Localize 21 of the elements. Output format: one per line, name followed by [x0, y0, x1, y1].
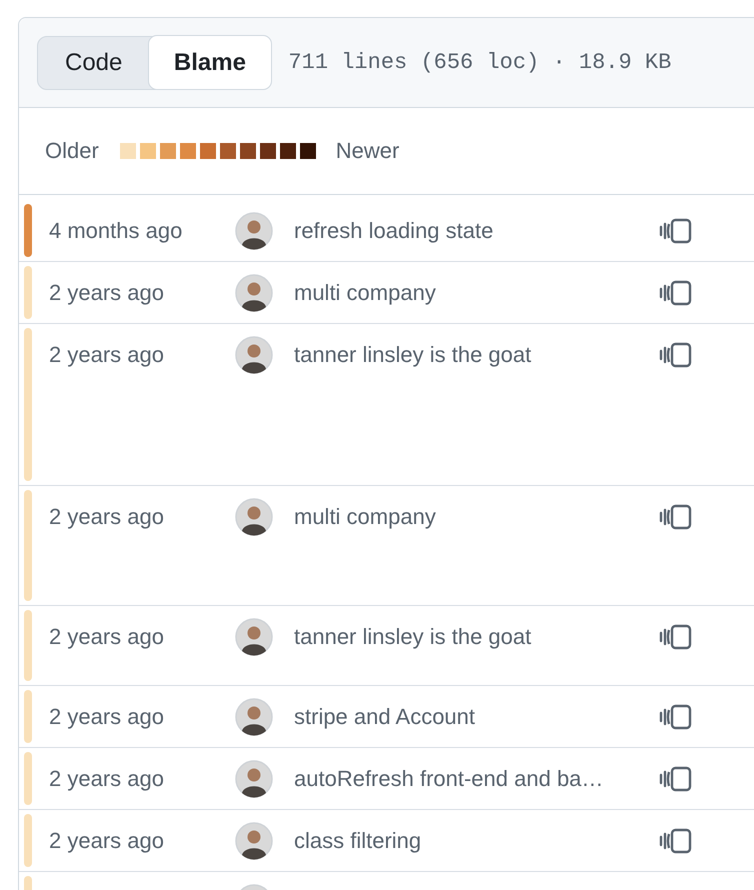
- view-tab[interactable]: Code: [38, 36, 150, 88]
- commit-message[interactable]: tanner linsley is the goat: [294, 340, 659, 370]
- commit-age: 2 years ago: [49, 765, 165, 793]
- commit-age: 4 months ago: [49, 217, 184, 245]
- commit-age: 2 years ago: [49, 623, 165, 651]
- legend-label: Older: [45, 138, 99, 164]
- commit-age: 2 years ago: [49, 503, 165, 531]
- commit-message[interactable]: stripe and Account: [294, 702, 659, 732]
- view-tab[interactable]: Blame: [148, 35, 272, 90]
- commit-message[interactable]: autoRefresh front-end and ba…: [294, 764, 659, 794]
- commit-message[interactable]: multi company: [294, 278, 659, 308]
- commit-age: 2 years ago: [49, 279, 165, 307]
- commit-message[interactable]: class filtering: [294, 826, 659, 856]
- commit-age: 2 years ago: [49, 827, 165, 855]
- commit-age: 2 years ago: [49, 341, 165, 369]
- commit-age: 2 years ago: [49, 703, 165, 731]
- commit-message[interactable]: refresh loading state: [294, 216, 659, 246]
- commit-message[interactable]: tanner linsley is the goat: [294, 622, 659, 652]
- file-info: 711 lines (656 loc) · 18.9 KB: [288, 50, 672, 75]
- legend-label: Newer: [336, 138, 400, 164]
- commit-message[interactable]: multi company: [294, 502, 659, 532]
